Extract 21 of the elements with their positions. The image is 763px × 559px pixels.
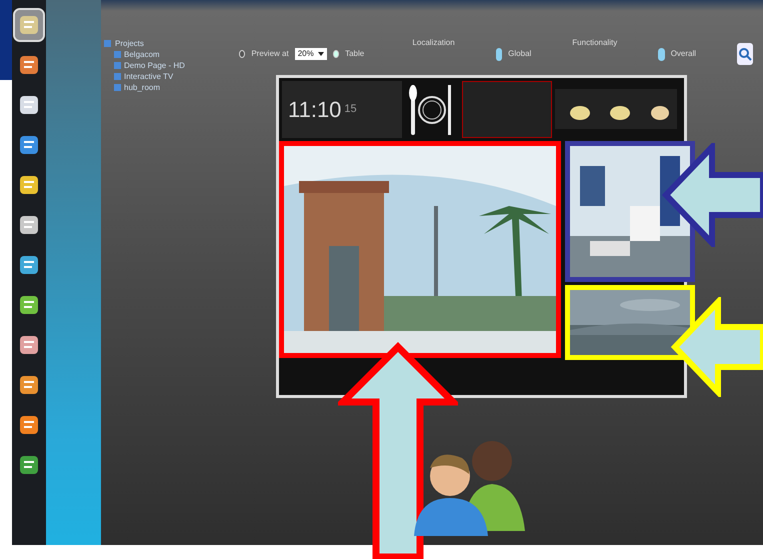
filter-label: Functionality [572,37,618,49]
radio-button[interactable] [239,50,246,58]
radio-button[interactable] [332,50,340,58]
clock-time: 11:10 [288,96,342,124]
search-button[interactable] [737,43,753,65]
zoom-dropdown[interactable]: 20% [294,48,327,60]
radio-label: Table [345,48,364,60]
filter-value: Overall [670,48,696,60]
filter-label: Localization [412,37,455,49]
toggle-icon[interactable] [496,48,502,60]
radio-label: Preview at [251,48,289,60]
folder-icon [104,40,111,47]
filter-value: Global [508,48,532,60]
tree-item[interactable]: Projects [115,38,144,49]
tree-item[interactable]: Belgacom [124,49,160,60]
tree-item[interactable]: Interactive TV [124,71,174,82]
tree-item[interactable]: Demo Page - HD [124,60,185,71]
caret-icon [318,52,324,56]
clock-seconds: 15 [344,102,357,118]
tree-item[interactable]: hub_room [124,82,160,93]
toggle-icon[interactable] [658,48,665,60]
